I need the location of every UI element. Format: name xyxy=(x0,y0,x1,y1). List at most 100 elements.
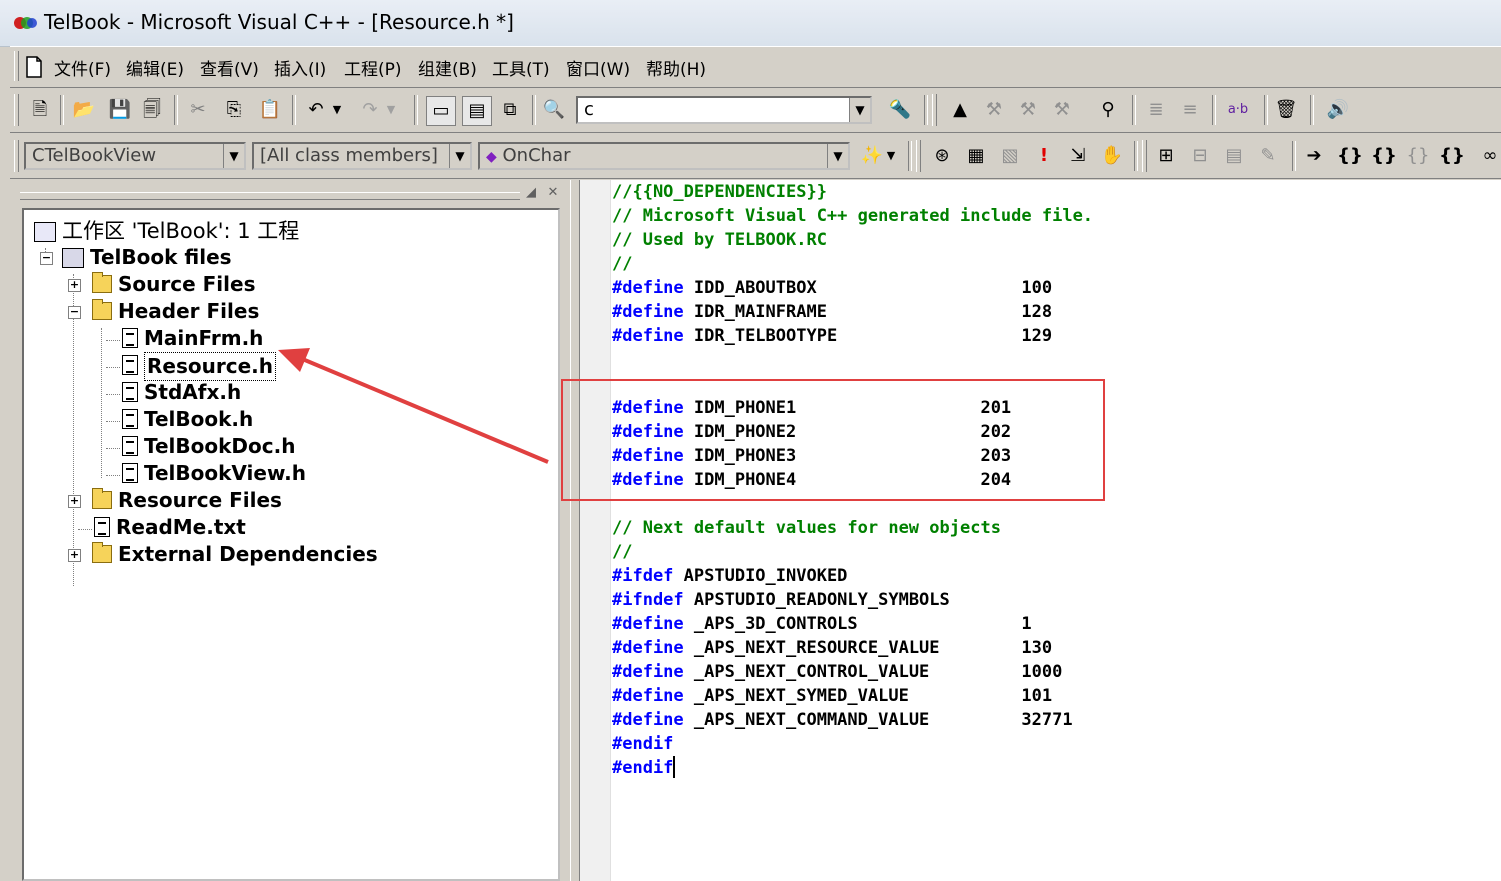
arrow-right-icon[interactable]: ➔ xyxy=(1300,142,1328,170)
code-editor[interactable]: //{{NO_DEPENDENCIES}} // Microsoft Visua… xyxy=(580,180,1501,881)
glasses-icon[interactable]: ∞ xyxy=(1476,142,1501,170)
tree-file-telbookview-h[interactable]: TelBookView.h xyxy=(122,460,306,487)
menu-insert[interactable]: 插入(I) xyxy=(274,55,326,80)
execute-icon[interactable]: ! xyxy=(1030,142,1058,170)
undo-icon[interactable]: ↶ xyxy=(302,96,330,124)
search-icon[interactable]: 🔦 xyxy=(886,96,914,124)
redo-icon[interactable]: ↷ xyxy=(356,96,384,124)
wizard-dropdown-icon[interactable]: ▼ xyxy=(884,142,898,170)
brace-run-to-cursor-icon[interactable]: {} xyxy=(1438,142,1466,170)
tree-file-stdafx-h[interactable]: StdAfx.h xyxy=(122,379,241,406)
menu-window[interactable]: 窗口(W) xyxy=(566,55,630,80)
tree-root-workspace[interactable]: 工作区 'TelBook': 1 工程 xyxy=(34,218,299,245)
find-combo[interactable]: c ▼ xyxy=(576,96,872,124)
tree-folder-resource-files[interactable]: Resource Files xyxy=(92,487,282,514)
copy-icon[interactable]: ⎘ xyxy=(220,96,248,124)
menu-help[interactable]: 帮助(H) xyxy=(646,55,706,80)
tree-folder-header-files[interactable]: Header Files xyxy=(92,298,259,325)
folder-icon xyxy=(92,542,112,563)
menu-build[interactable]: 组建(B) xyxy=(418,55,477,80)
add-variable-icon[interactable]: ▤ xyxy=(1220,142,1248,170)
redo-dropdown-icon[interactable]: ▼ xyxy=(384,96,398,124)
expand-external-dependencies-icon[interactable]: + xyxy=(68,549,81,562)
compile-icon[interactable]: ▲ xyxy=(946,96,974,124)
pane-grip[interactable] xyxy=(20,192,520,200)
menu-edit[interactable]: 编辑(E) xyxy=(126,55,184,80)
debug-step-icon[interactable]: ⊛ xyxy=(928,142,956,170)
trash-icon[interactable]: 🗑 xyxy=(1272,96,1300,124)
cut-icon[interactable]: ✂ xyxy=(184,96,212,124)
stop-build-icon[interactable]: ⚒ xyxy=(1014,96,1042,124)
annotation-highlight-box xyxy=(561,379,1105,501)
pane-splitter[interactable] xyxy=(570,180,580,881)
code-text: IDR_TELBOOTYPE 129 xyxy=(683,326,1053,346)
brace-step-out-icon[interactable]: {} xyxy=(1404,142,1432,170)
member-combo[interactable]: ◆ OnChar ▼ xyxy=(478,142,850,170)
save-icon[interactable]: 💾 xyxy=(106,96,134,124)
tree-file-readme-txt[interactable]: ReadMe.txt xyxy=(94,514,246,541)
standard-toolbar: 🗎 📂 💾 🗐 ✂ ⎘ 📋 ↶ ▼ ↷ ▼ ▭ ▤ ⧉ 🔍 c ▼ 🔦 ▲ ⚒ … xyxy=(10,88,1501,133)
file-icon xyxy=(122,328,138,348)
brace-step-over-icon[interactable]: {} xyxy=(1370,142,1398,170)
undo-dropdown-icon[interactable]: ▼ xyxy=(330,96,344,124)
menu-project[interactable]: 工程(P) xyxy=(344,55,402,80)
indent-icon[interactable]: ≣ xyxy=(1142,96,1170,124)
find-in-files-icon[interactable]: 🔍 xyxy=(540,96,568,124)
add-member-icon[interactable]: ⊟ xyxy=(1186,142,1214,170)
binoculars-icon[interactable]: ⚲ xyxy=(1094,96,1122,124)
wizard-wand-icon[interactable]: ✨ xyxy=(858,142,886,170)
folder-open-icon xyxy=(92,299,112,320)
menu-file[interactable]: 文件(F) xyxy=(54,55,111,80)
save-all-icon[interactable]: 🗐 xyxy=(138,96,166,124)
filter-combo-value: [All class members] xyxy=(260,145,438,166)
tree-project-telbook[interactable]: TelBook files xyxy=(62,244,232,271)
chevron-down-icon[interactable]: ▼ xyxy=(223,144,244,168)
toolbar-grip[interactable] xyxy=(916,140,921,172)
file-icon xyxy=(122,382,138,402)
step-into-icon[interactable]: ⇲ xyxy=(1064,142,1092,170)
output-toggle-icon[interactable]: ▤ xyxy=(462,96,492,126)
toolbar-grip[interactable] xyxy=(14,140,19,172)
expand-source-files-icon[interactable]: + xyxy=(68,279,81,292)
pane-float-icon[interactable]: ◢ xyxy=(522,184,540,202)
rebuild-icon[interactable]: ⚒ xyxy=(1048,96,1076,124)
ab-label[interactable]: a·b xyxy=(1222,96,1254,124)
tree-folder-source-files[interactable]: Source Files xyxy=(92,271,255,298)
debug-run-icon[interactable]: ▦ xyxy=(962,142,990,170)
chevron-down-icon[interactable]: ▼ xyxy=(449,144,470,168)
class-view-icon[interactable]: ⊞ xyxy=(1152,142,1180,170)
menu-tools[interactable]: 工具(T) xyxy=(492,55,550,80)
workspace-toggle-icon[interactable]: ▭ xyxy=(426,96,456,126)
document-menu-icon[interactable] xyxy=(24,56,44,78)
toolbar-grip[interactable] xyxy=(932,94,937,126)
debug-stop-icon[interactable]: ▧ xyxy=(996,142,1024,170)
tree-file-telbookdoc-h[interactable]: TelBookDoc.h xyxy=(122,433,295,460)
keyword-define: #define xyxy=(612,686,684,706)
collapse-header-files-icon[interactable]: − xyxy=(68,306,81,319)
chevron-down-icon[interactable]: ▼ xyxy=(827,144,848,168)
menu-view[interactable]: 查看(V) xyxy=(200,55,259,80)
collapse-project-icon[interactable]: − xyxy=(40,252,53,265)
toolbar-grip[interactable] xyxy=(14,94,19,126)
new-file-icon[interactable]: 🗎 xyxy=(26,96,54,124)
tree-file-mainfrm-h[interactable]: MainFrm.h xyxy=(122,325,263,352)
close-icon[interactable]: ✕ xyxy=(544,184,562,202)
tree-file-resource-h[interactable]: Resource.h xyxy=(122,352,276,381)
menubar-grip[interactable] xyxy=(14,51,19,81)
hand-breakpoint-icon[interactable]: ✋ xyxy=(1098,142,1126,170)
chevron-down-icon[interactable]: ▼ xyxy=(849,98,870,122)
filter-combo[interactable]: [All class members] ▼ xyxy=(252,142,472,170)
class-combo[interactable]: CTelBookView ▼ xyxy=(24,142,246,170)
window-list-icon[interactable]: ⧉ xyxy=(496,96,524,124)
expand-resource-files-icon[interactable]: + xyxy=(68,495,81,508)
edit-code-icon[interactable]: ✎ xyxy=(1254,142,1282,170)
toolbar-grip[interactable] xyxy=(1142,140,1147,172)
tree-file-telbook-h[interactable]: TelBook.h xyxy=(122,406,253,433)
paste-icon[interactable]: 📋 xyxy=(256,96,284,124)
speaker-icon[interactable]: 🔊 xyxy=(1324,96,1352,124)
unindent-icon[interactable]: ≡ xyxy=(1176,96,1204,124)
brace-step-icon[interactable]: {} xyxy=(1336,142,1364,170)
open-folder-icon[interactable]: 📂 xyxy=(70,96,98,124)
tree-folder-external-dependencies[interactable]: External Dependencies xyxy=(92,541,378,568)
build-icon[interactable]: ⚒ xyxy=(980,96,1008,124)
